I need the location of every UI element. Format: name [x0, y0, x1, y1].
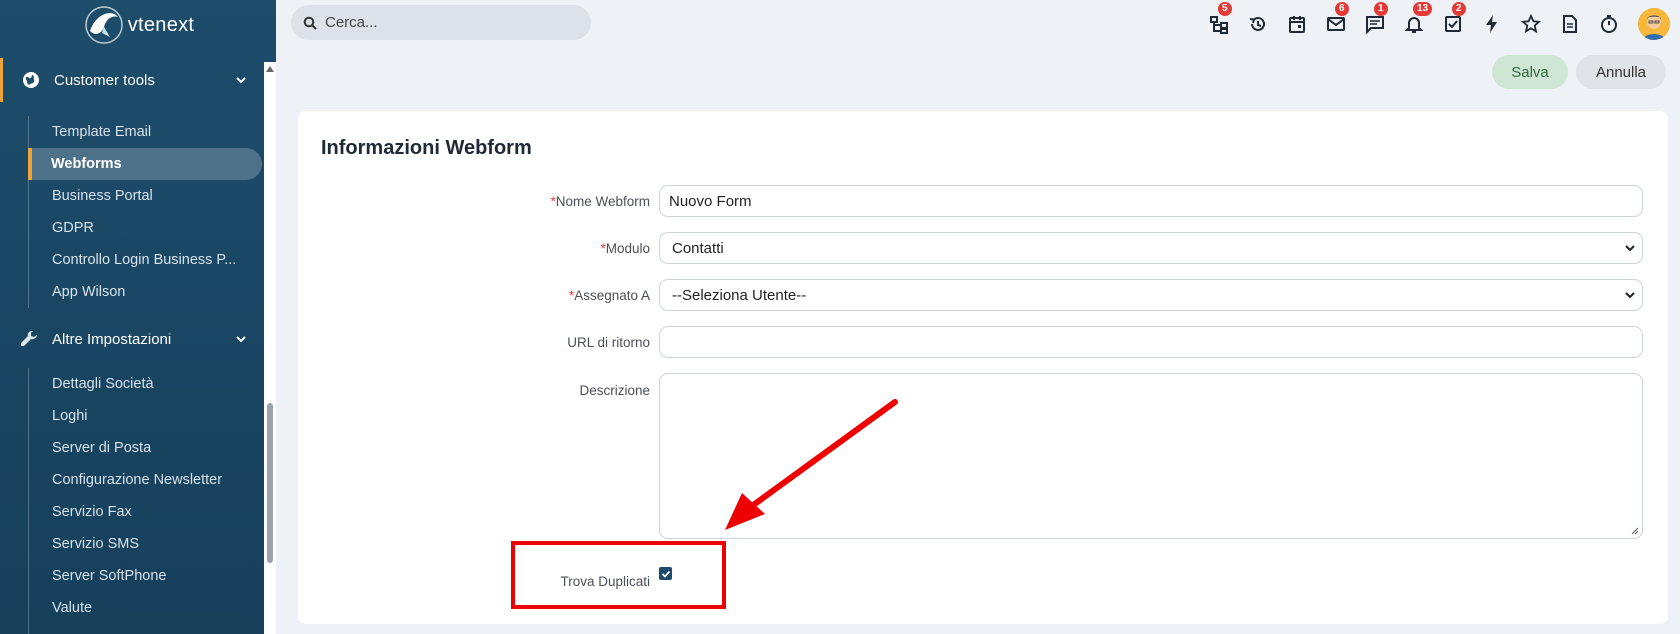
red-arrow-annotation	[725, 399, 898, 530]
